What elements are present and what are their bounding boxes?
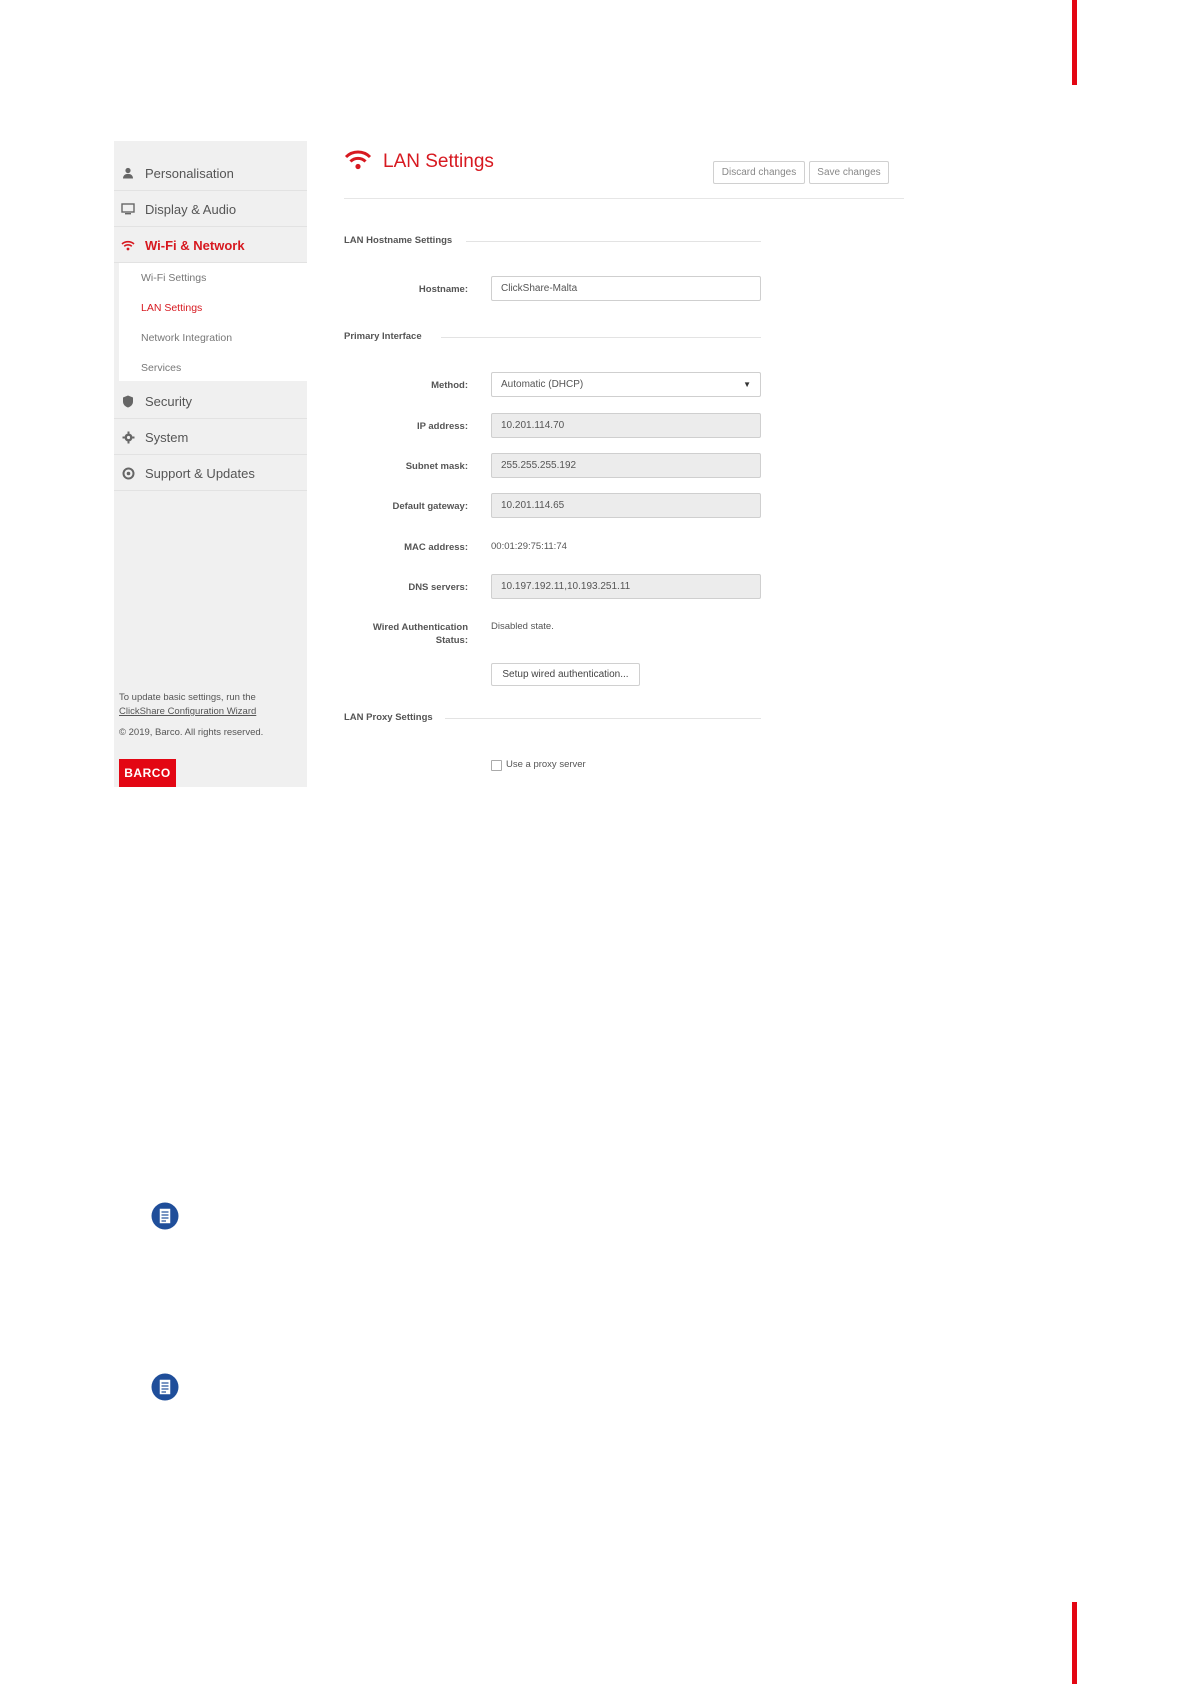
wifi-icon — [344, 150, 372, 175]
caret-down-icon: ▼ — [743, 380, 751, 389]
subnav-item-lan-settings[interactable]: LAN Settings — [141, 302, 202, 314]
page-marker-bottom — [1072, 1602, 1077, 1684]
sidebar-item-system[interactable]: System — [114, 420, 307, 455]
subnet-mask-label: Subnet mask: — [405, 461, 468, 472]
main-panel: LAN Settings Discard changes Save change… — [344, 141, 906, 787]
wired-auth-label-line1: Wired Authentication — [372, 622, 468, 633]
configuration-wizard-link[interactable]: ClickShare Configuration Wizard — [119, 706, 256, 717]
wired-auth-label-line2: Status: — [435, 635, 468, 646]
dns-servers-label: DNS servers: — [408, 582, 468, 593]
gear-icon — [121, 430, 135, 444]
person-icon — [121, 166, 135, 180]
save-changes-button[interactable]: Save changes — [809, 161, 889, 184]
sidebar-item-label: Support & Updates — [145, 465, 255, 481]
header-divider — [344, 198, 904, 199]
ip-address-field[interactable]: 10.201.114.70 — [491, 413, 761, 438]
note-icon — [151, 1373, 179, 1401]
wired-auth-status-value: Disabled state. — [491, 621, 554, 632]
sidebar-item-label: Personalisation — [145, 165, 234, 181]
subnet-mask-field[interactable]: 255.255.255.192 — [491, 453, 761, 478]
shield-icon — [121, 394, 135, 408]
method-select[interactable]: Automatic (DHCP) ▼ — [491, 372, 761, 397]
section-divider — [445, 718, 761, 719]
setup-wired-authentication-button[interactable]: Setup wired authentication... — [491, 663, 640, 686]
use-proxy-checkbox[interactable] — [491, 760, 502, 771]
hostname-label: Hostname: — [418, 284, 468, 295]
sidebar-item-label: System — [145, 429, 189, 445]
copyright-text: © 2019, Barco. All rights reserved. — [119, 727, 264, 738]
sidebar-item-label: Display & Audio — [145, 201, 237, 217]
mac-address-value: 00:01:29:75:11:74 — [491, 541, 567, 552]
barco-logo: BARCO — [119, 759, 176, 787]
default-gateway-label: Default gateway: — [392, 501, 469, 512]
page-title: LAN Settings — [383, 151, 494, 172]
sidebar: Personalisation Display & Audio Wi-Fi & … — [114, 141, 307, 787]
sidebar-item-personalisation[interactable]: Personalisation — [114, 156, 307, 191]
sidebar-item-label: Wi-Fi & Network — [145, 237, 245, 253]
dns-servers-field[interactable]: 10.197.192.11,10.193.251.11 — [491, 574, 761, 599]
method-selected-value: Automatic (DHCP) — [501, 379, 584, 390]
default-gateway-field[interactable]: 10.201.114.65 — [491, 493, 761, 518]
section-title-proxy: LAN Proxy Settings — [344, 712, 433, 723]
note-icon — [151, 1202, 179, 1230]
wired-auth-status-label: Wired Authentication Status: — [344, 621, 468, 647]
method-label: Method: — [431, 380, 468, 391]
sidebar-item-wifi-network[interactable]: Wi-Fi & Network — [114, 228, 307, 263]
sidebar-item-label: Security — [145, 393, 192, 409]
discard-changes-button[interactable]: Discard changes — [713, 161, 805, 184]
sidebar-note: To update basic settings, run the ClickS… — [119, 691, 256, 719]
section-divider — [441, 337, 761, 338]
section-title-primary-interface: Primary Interface — [344, 331, 422, 342]
ip-address-label: IP address: — [416, 421, 468, 432]
subnav-item-services[interactable]: Services — [141, 362, 181, 374]
sidebar-note-text: To update basic settings, run the — [119, 692, 256, 703]
page-marker-top — [1072, 0, 1077, 85]
monitor-icon — [121, 202, 135, 216]
subnav-item-wifi-settings[interactable]: Wi-Fi Settings — [141, 272, 206, 284]
sidebar-item-display-audio[interactable]: Display & Audio — [114, 192, 307, 227]
sidebar-item-security[interactable]: Security — [114, 384, 307, 419]
screenshot-frame: Personalisation Display & Audio Wi-Fi & … — [114, 141, 906, 787]
wifi-icon — [121, 238, 135, 252]
sidebar-subnav: Wi-Fi Settings LAN Settings Network Inte… — [119, 263, 307, 381]
use-proxy-label: Use a proxy server — [506, 759, 586, 770]
mac-address-label: MAC address: — [404, 542, 468, 553]
hostname-field[interactable]: ClickShare-Malta — [491, 276, 761, 301]
section-divider — [466, 241, 761, 242]
section-title-hostname: LAN Hostname Settings — [344, 235, 453, 246]
sidebar-item-support-updates[interactable]: Support & Updates — [114, 456, 307, 491]
subnav-item-network-integration[interactable]: Network Integration — [141, 332, 232, 344]
lifebuoy-icon — [121, 466, 135, 480]
